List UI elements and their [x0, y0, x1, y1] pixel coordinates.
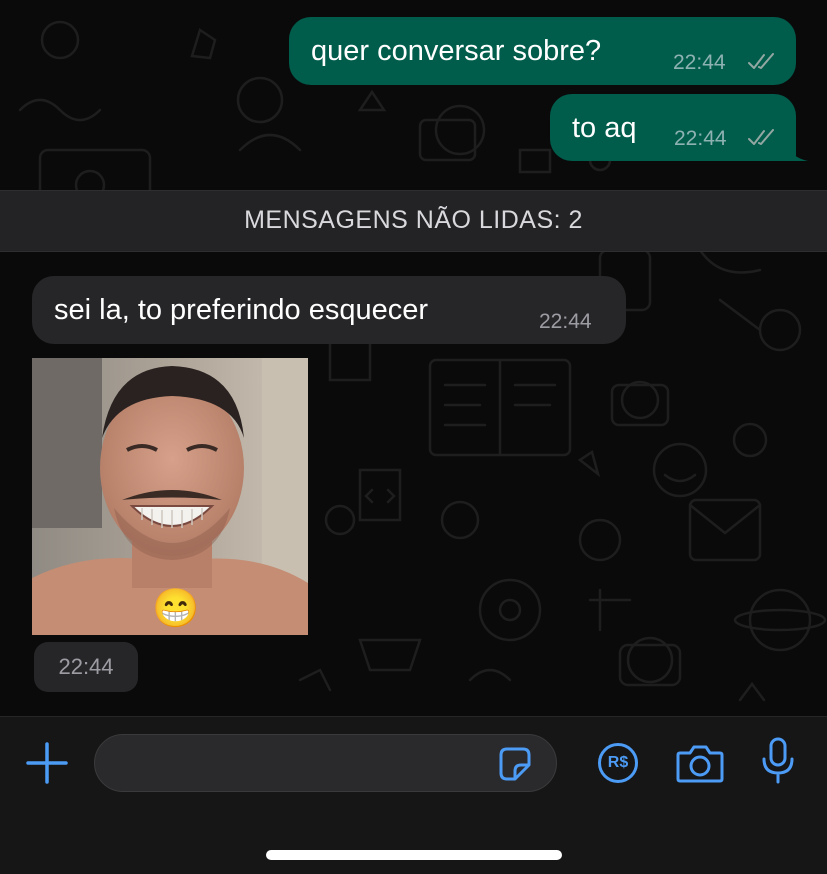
grinning-emoji-sticker: 😁 [152, 588, 200, 630]
unread-messages-banner: MENSAGENS NÃO LIDAS: 2 [0, 190, 827, 252]
composer-bar: R$ [0, 716, 827, 874]
sticker-icon[interactable] [497, 747, 533, 781]
chat-area[interactable]: quer conversar sobre? 22:44 to aq 22:44 … [0, 0, 827, 716]
payment-label: R$ [607, 754, 629, 771]
incoming-message[interactable]: sei la, to preferindo esquecer 22:44 [32, 276, 626, 344]
photo-message[interactable]: 😁 [32, 358, 308, 635]
microphone-icon[interactable] [760, 737, 796, 785]
bubble-tail [786, 143, 808, 161]
outgoing-message[interactable]: quer conversar sobre? 22:44 [289, 17, 796, 85]
message-text: quer conversar sobre? [311, 35, 602, 67]
camera-icon[interactable] [676, 743, 724, 783]
message-time: 22:44 [539, 310, 592, 333]
read-ticks-icon [748, 129, 774, 145]
message-text: to aq [572, 112, 637, 144]
message-text: sei la, to preferindo esquecer [54, 294, 428, 326]
photo-time: 22:44 [34, 642, 138, 692]
message-input[interactable] [94, 734, 557, 792]
payment-button[interactable]: R$ [598, 743, 638, 783]
message-time: 22:44 [674, 127, 727, 150]
read-ticks-icon [748, 53, 774, 69]
home-indicator[interactable] [266, 850, 562, 860]
message-time: 22:44 [673, 51, 726, 74]
outgoing-message[interactable]: to aq 22:44 [550, 94, 796, 161]
plus-icon[interactable] [26, 742, 68, 784]
